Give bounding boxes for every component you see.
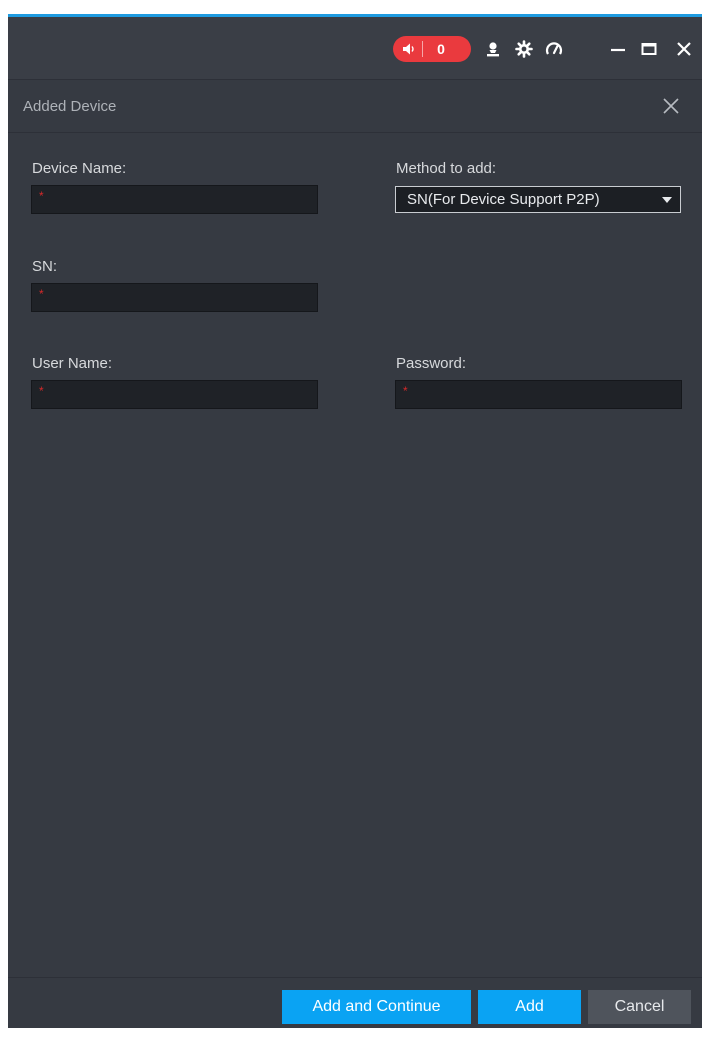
- sn-field[interactable]: *: [31, 283, 318, 312]
- user-name-label: User Name:: [32, 355, 113, 372]
- close-icon[interactable]: [675, 40, 693, 58]
- device-name-input[interactable]: [46, 186, 315, 213]
- speedometer-icon[interactable]: [545, 40, 563, 58]
- sn-input[interactable]: [46, 284, 315, 311]
- dialog-header: Added Device: [8, 81, 702, 133]
- app-window: 0 Added Device Device Name: * Method to …: [8, 14, 702, 1028]
- device-name-label: Device Name:: [32, 160, 127, 177]
- cancel-button[interactable]: Cancel: [588, 990, 691, 1024]
- alarm-divider: [422, 41, 423, 57]
- device-name-field[interactable]: *: [31, 185, 318, 214]
- alarm-count: 0: [437, 41, 445, 57]
- speaker-icon: [403, 43, 414, 55]
- password-field[interactable]: *: [395, 380, 682, 409]
- sn-label: SN:: [32, 258, 58, 275]
- title-bar: 0: [8, 17, 702, 80]
- dialog-footer: Add and Continue Add Cancel: [8, 977, 702, 1028]
- password-label: Password:: [396, 355, 467, 372]
- user-name-field[interactable]: *: [31, 380, 318, 409]
- add-button[interactable]: Add: [478, 990, 581, 1024]
- required-mark: *: [39, 287, 44, 301]
- method-select-value: SN(For Device Support P2P): [407, 191, 600, 208]
- maximize-icon[interactable]: [640, 40, 658, 58]
- required-mark: *: [39, 384, 44, 398]
- close-icon[interactable]: [662, 97, 680, 115]
- user-icon[interactable]: [484, 40, 502, 58]
- gear-icon[interactable]: [515, 40, 533, 58]
- user-name-input[interactable]: [46, 381, 315, 408]
- chevron-down-icon: [662, 197, 672, 203]
- password-input[interactable]: [410, 381, 679, 408]
- required-mark: *: [403, 384, 408, 398]
- method-select[interactable]: SN(For Device Support P2P): [395, 186, 681, 213]
- add-and-continue-button[interactable]: Add and Continue: [282, 990, 471, 1024]
- alarm-badge[interactable]: 0: [393, 36, 471, 62]
- method-label: Method to add:: [396, 160, 497, 177]
- dialog-title: Added Device: [23, 98, 117, 115]
- minimize-icon[interactable]: [609, 40, 627, 58]
- required-mark: *: [39, 189, 44, 203]
